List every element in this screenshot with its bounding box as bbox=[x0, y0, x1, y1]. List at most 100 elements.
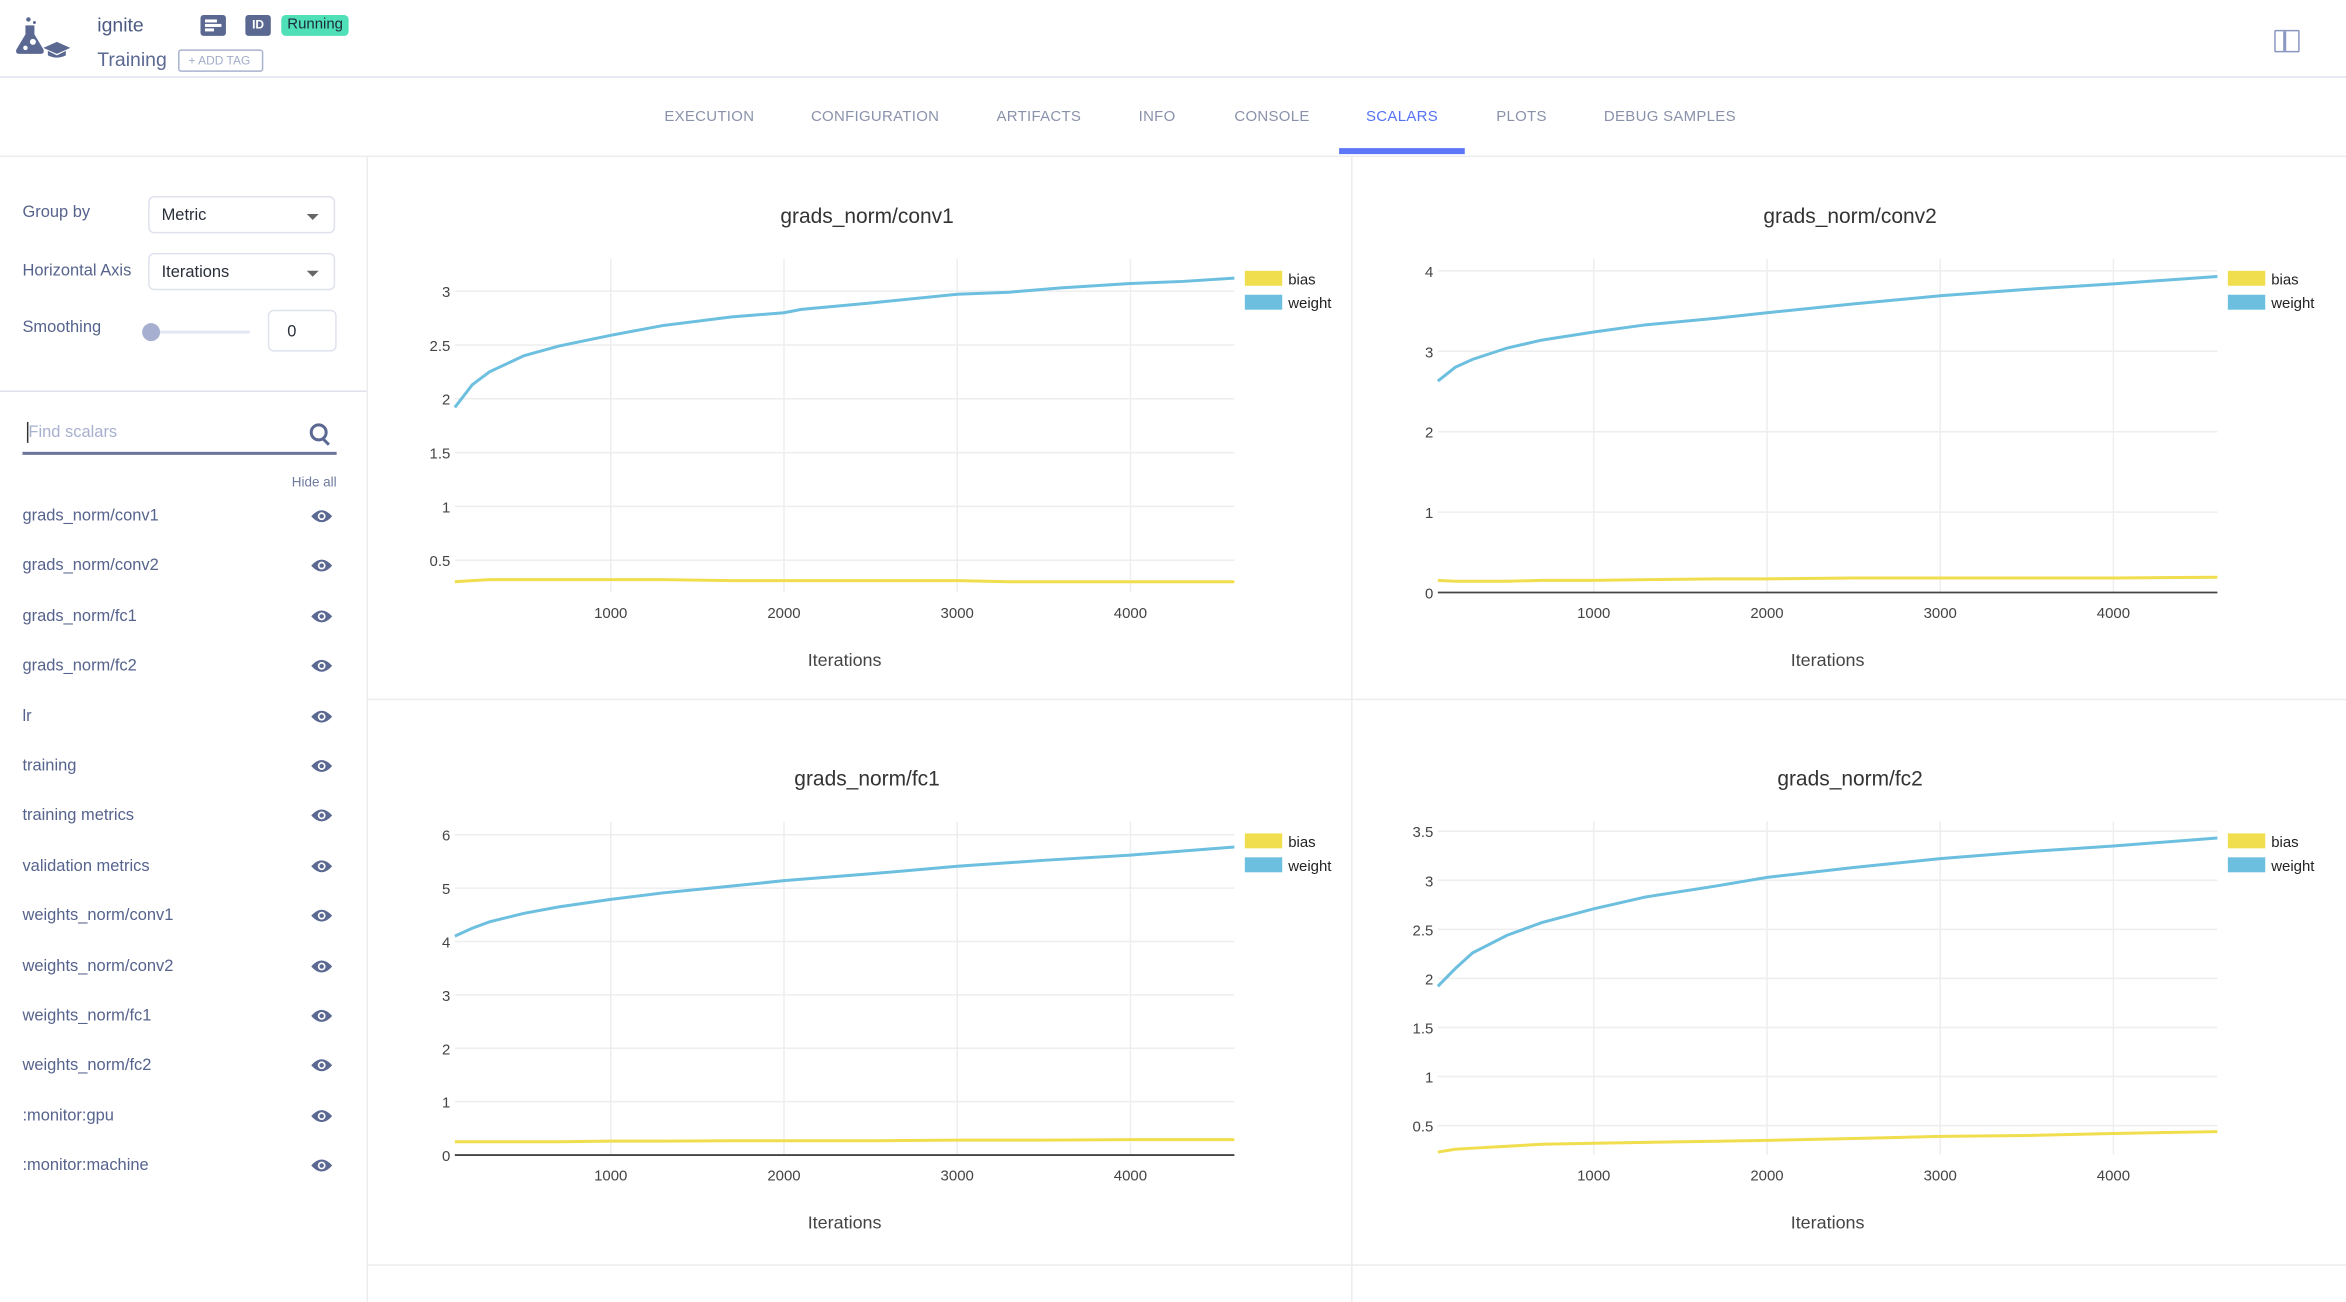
y-tick-label: 1 bbox=[442, 1095, 450, 1112]
series-line-bias[interactable] bbox=[454, 1138, 1235, 1144]
scalar-list-item[interactable]: weights_norm/fc1 bbox=[22, 1001, 336, 1031]
scalar-list-item[interactable]: validation metrics bbox=[22, 851, 336, 881]
tab-scalars[interactable]: SCALARS bbox=[1366, 109, 1438, 125]
scalar-list-item[interactable]: training bbox=[22, 751, 336, 781]
scalar-list-item[interactable]: training metrics bbox=[22, 801, 336, 831]
group-by-select[interactable]: Metric bbox=[148, 196, 336, 234]
series-line-weight[interactable] bbox=[453, 276, 1235, 409]
find-scalars-placeholder: Find scalars bbox=[28, 423, 118, 442]
visibility-eye-icon[interactable] bbox=[311, 759, 333, 774]
project-name[interactable]: ignite bbox=[97, 13, 143, 35]
visibility-eye-icon[interactable] bbox=[311, 659, 333, 674]
scalar-list-item[interactable]: weights_norm/conv2 bbox=[22, 951, 336, 981]
x-tick-label: 1000 bbox=[594, 605, 627, 622]
legend-label[interactable]: bias bbox=[2271, 271, 2298, 288]
scalar-list-item[interactable]: lr bbox=[22, 701, 336, 731]
legend-swatch-bias[interactable] bbox=[1244, 270, 1283, 286]
experiment-flask-icon bbox=[16, 17, 71, 58]
y-tick-label: 3 bbox=[1425, 344, 1433, 361]
y-tick-label: 4 bbox=[442, 935, 450, 952]
tab-debug-samples[interactable]: DEBUG SAMPLES bbox=[1604, 109, 1736, 125]
y-tick-label: 5 bbox=[442, 881, 450, 898]
series-line-weight[interactable] bbox=[1436, 836, 2218, 988]
visibility-eye-icon[interactable] bbox=[311, 559, 333, 574]
hide-all-button[interactable]: Hide all bbox=[292, 474, 337, 489]
horizontal-axis-select[interactable]: Iterations bbox=[148, 252, 336, 291]
scalar-name: :monitor:gpu bbox=[22, 1106, 114, 1125]
tab-execution[interactable]: EXECUTION bbox=[664, 109, 754, 125]
series-line-bias[interactable] bbox=[1437, 575, 2218, 583]
scalar-list-item[interactable]: weights_norm/fc2 bbox=[22, 1051, 336, 1081]
visibility-eye-icon[interactable] bbox=[311, 958, 333, 973]
visibility-eye-icon[interactable] bbox=[311, 1108, 333, 1123]
details-icon[interactable] bbox=[200, 14, 226, 36]
legend-swatch-weight[interactable] bbox=[2227, 294, 2266, 310]
scalar-name: training bbox=[22, 757, 77, 776]
tab-configuration[interactable]: CONFIGURATION bbox=[811, 109, 939, 125]
smoothing-slider-handle[interactable] bbox=[142, 323, 161, 342]
legend-label[interactable]: weight bbox=[1287, 858, 1332, 875]
legend-label[interactable]: bias bbox=[2271, 834, 2298, 851]
visibility-eye-icon[interactable] bbox=[311, 509, 333, 524]
smoothing-slider[interactable] bbox=[142, 323, 250, 342]
tab-artifacts[interactable]: ARTIFACTS bbox=[996, 109, 1081, 125]
scalar-list-item[interactable]: :monitor:machine bbox=[22, 1151, 336, 1181]
chart-grads-norm-fc1[interactable]: grads_norm/fc1 1000 2000 3000 4000 0 1 2 3 4 5 6 bia… bbox=[370, 720, 1352, 1262]
legend-swatch-weight[interactable] bbox=[1244, 857, 1283, 873]
scalar-list-item[interactable]: weights_norm/conv1 bbox=[22, 901, 336, 931]
legend-swatch-bias[interactable] bbox=[2227, 270, 2266, 286]
legend-swatch-weight[interactable] bbox=[2227, 857, 2266, 873]
search-icon[interactable] bbox=[309, 423, 328, 442]
series-line-bias[interactable] bbox=[1437, 1130, 2218, 1154]
y-tick-label: 0 bbox=[442, 1148, 450, 1165]
toggle-panel-icon[interactable] bbox=[2274, 29, 2300, 53]
visibility-eye-icon[interactable] bbox=[311, 709, 333, 724]
scalar-name: grads_norm/fc1 bbox=[22, 607, 137, 626]
id-icon[interactable]: ID bbox=[245, 14, 271, 36]
scalar-list-item[interactable]: grads_norm/conv2 bbox=[22, 551, 336, 581]
chart-row-divider bbox=[368, 1264, 2346, 1266]
x-tick-label: 3000 bbox=[1924, 1168, 1957, 1185]
find-scalars-input[interactable]: Find scalars bbox=[22, 413, 337, 455]
scalar-list-item[interactable]: grads_norm/fc2 bbox=[22, 651, 336, 681]
x-tick-label: 2000 bbox=[1750, 605, 1783, 622]
y-tick-label: 0 bbox=[1425, 585, 1433, 602]
active-tab-indicator bbox=[1339, 148, 1465, 155]
tab-info[interactable]: INFO bbox=[1139, 109, 1176, 125]
smoothing-input[interactable]: 0 bbox=[267, 309, 337, 352]
tab-console[interactable]: CONSOLE bbox=[1234, 109, 1309, 125]
series-line-weight[interactable] bbox=[1436, 275, 2218, 383]
x-tick-label: 4000 bbox=[2097, 1168, 2130, 1185]
visibility-eye-icon[interactable] bbox=[311, 908, 333, 923]
add-tag-button[interactable]: + ADD TAG bbox=[178, 49, 264, 72]
x-axis-title: Iterations bbox=[1791, 1212, 1865, 1232]
visibility-eye-icon[interactable] bbox=[311, 1008, 333, 1023]
scalar-list-item[interactable]: :monitor:gpu bbox=[22, 1101, 336, 1131]
visibility-eye-icon[interactable] bbox=[311, 1158, 333, 1173]
legend-label[interactable]: bias bbox=[1288, 834, 1315, 851]
chart-grads-norm-conv1[interactable]: grads_norm/conv1 1000 2000 3000 4000 0.5 1 1.5 2… bbox=[370, 157, 1352, 699]
series-line-bias[interactable] bbox=[454, 578, 1235, 584]
legend-label[interactable]: bias bbox=[1288, 271, 1315, 288]
chart-grads-norm-fc2[interactable]: grads_norm/fc2 1000 2000 3000 4000 0.5 1 1.5 2 2.… bbox=[1353, 720, 2346, 1262]
scalar-list-item[interactable]: grads_norm/fc1 bbox=[22, 601, 336, 631]
legend-swatch-bias[interactable] bbox=[2227, 833, 2266, 849]
visibility-eye-icon[interactable] bbox=[311, 809, 333, 824]
legend-swatch-bias[interactable] bbox=[1244, 833, 1283, 849]
tab-plots[interactable]: PLOTS bbox=[1496, 109, 1547, 125]
scalar-name: weights_norm/conv1 bbox=[22, 906, 174, 925]
legend-label[interactable]: weight bbox=[1287, 295, 1332, 312]
task-name[interactable]: Training bbox=[97, 48, 167, 70]
scalar-list-item[interactable]: grads_norm/conv1 bbox=[22, 501, 336, 531]
horizontal-axis-label: Horizontal Axis bbox=[22, 261, 132, 280]
visibility-eye-icon[interactable] bbox=[311, 609, 333, 624]
chart-grads-norm-conv2[interactable]: grads_norm/conv2 1000 2000 3000 4000 0 1 2 3 4 bia… bbox=[1353, 157, 2346, 699]
legend-label[interactable]: weight bbox=[2270, 858, 2315, 875]
visibility-eye-icon[interactable] bbox=[311, 1058, 333, 1073]
visibility-eye-icon[interactable] bbox=[311, 859, 333, 874]
scalar-name: training metrics bbox=[22, 807, 135, 825]
legend-label[interactable]: weight bbox=[2270, 295, 2315, 312]
y-tick-label: 2.5 bbox=[1413, 922, 1434, 939]
series-line-weight[interactable] bbox=[454, 845, 1235, 938]
legend-swatch-weight[interactable] bbox=[1244, 294, 1283, 310]
